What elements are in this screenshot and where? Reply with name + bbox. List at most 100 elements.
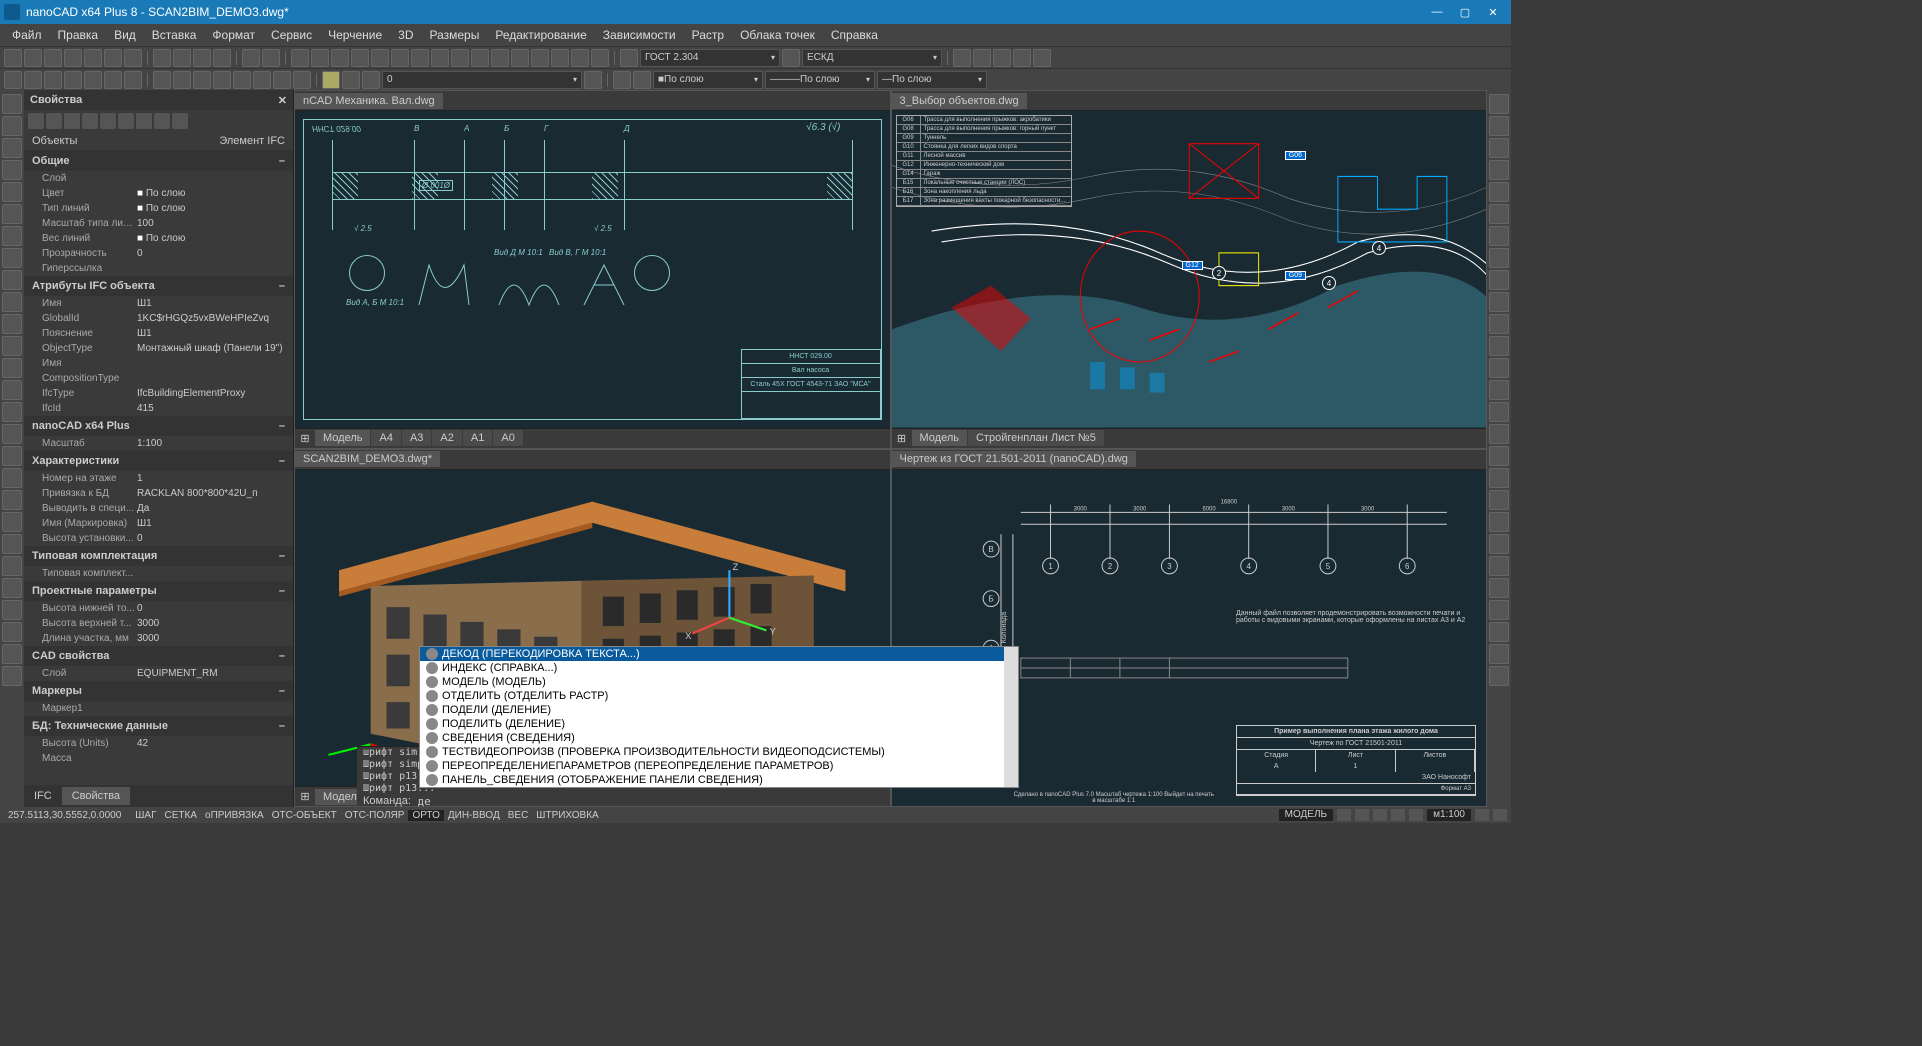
- flag2-icon[interactable]: [782, 49, 800, 67]
- ellipse-icon[interactable]: [2, 204, 22, 224]
- status-clean-icon[interactable]: [1475, 809, 1489, 821]
- autocomplete-item[interactable]: ТЕСТВИДЕОПРОИЗВ (ПРОВЕРКА ПРОИЗВОДИТЕЛЬН…: [420, 745, 1018, 759]
- autocomplete-item[interactable]: ДЕКОД (ПЕРЕКОДИРОВКА ТЕКСТА...): [420, 647, 1018, 661]
- tab-nav-icon[interactable]: ⊞: [295, 432, 315, 445]
- property-row[interactable]: Высота верхней т...3000: [24, 616, 293, 631]
- tb2k-icon[interactable]: [213, 71, 231, 89]
- break-icon[interactable]: [511, 49, 529, 67]
- property-row[interactable]: СлойEQUIPMENT_RM: [24, 666, 293, 681]
- extra1-icon[interactable]: [953, 49, 971, 67]
- status-toggle-вес[interactable]: ВЕС: [504, 810, 533, 821]
- menu-pointclouds[interactable]: Облака точек: [732, 26, 823, 44]
- status-scan-icon[interactable]: [1409, 809, 1423, 821]
- status-ucs-icon[interactable]: [1373, 809, 1387, 821]
- wipeout-icon[interactable]: [2, 446, 22, 466]
- tb2i-icon[interactable]: [173, 71, 191, 89]
- status-toggle-отс-поляр[interactable]: ОТС-ПОЛЯР: [341, 810, 409, 821]
- extra5-icon[interactable]: [1033, 49, 1051, 67]
- property-row[interactable]: Масштаб1:100: [24, 436, 293, 451]
- lineweight-icon[interactable]: [613, 71, 631, 89]
- dimstyle-combo[interactable]: ЕСКД▾: [802, 49, 942, 67]
- layer-combo[interactable]: 0▾: [382, 71, 582, 89]
- menu-file[interactable]: Файл: [4, 26, 50, 44]
- property-row[interactable]: Тип линийПо слою: [24, 201, 293, 216]
- property-group-header[interactable]: Типовая комплектация–: [24, 546, 293, 566]
- layer-lock-icon[interactable]: [362, 71, 380, 89]
- pt-folder-icon[interactable]: [136, 113, 152, 129]
- status-toggle-шаг[interactable]: ШАГ: [131, 810, 160, 821]
- mtext-icon[interactable]: [2, 358, 22, 378]
- layout-tab-plan[interactable]: Стройгенплан Лист №5: [968, 430, 1104, 446]
- pt-pin-icon[interactable]: [118, 113, 134, 129]
- property-row[interactable]: IfcTypeIfcBuildingElementProxy: [24, 386, 293, 401]
- status-dyn-icon[interactable]: [1391, 809, 1405, 821]
- view-extent-icon[interactable]: [1489, 666, 1509, 686]
- copyobj-icon[interactable]: [311, 49, 329, 67]
- property-row[interactable]: Номер на этаже1: [24, 471, 293, 486]
- extra3-icon[interactable]: [993, 49, 1011, 67]
- solid-icon[interactable]: [2, 622, 22, 642]
- drawing-canvas-mechanics[interactable]: ННСТ 029.00 В A Б Г Д √6.3 (√): [295, 111, 890, 428]
- layout-tab-a0[interactable]: A0: [493, 430, 522, 446]
- property-row[interactable]: Гиперссылка: [24, 261, 293, 276]
- drawing-canvas-map[interactable]: G06 G12 G09 2 4 4 G06Трасса для выполнен…: [892, 111, 1487, 428]
- dim-linear-icon[interactable]: [1489, 94, 1509, 114]
- open-icon[interactable]: [24, 49, 42, 67]
- property-row[interactable]: ИмяШ1: [24, 296, 293, 311]
- tb2d-icon[interactable]: [64, 71, 82, 89]
- snap-quad-icon[interactable]: [1489, 380, 1509, 400]
- mirror-icon[interactable]: [331, 49, 349, 67]
- layout-tab-a4[interactable]: A4: [371, 430, 400, 446]
- property-row[interactable]: Слой: [24, 171, 293, 186]
- preview-icon[interactable]: [104, 49, 122, 67]
- snap-int-icon[interactable]: [1489, 402, 1509, 422]
- dim-center-icon[interactable]: [1489, 226, 1509, 246]
- tb2m-icon[interactable]: [253, 71, 271, 89]
- status-toggle-отс-объект[interactable]: ОТС-ОБЪЕКТ: [268, 810, 341, 821]
- property-row[interactable]: Масштаб типа линий100: [24, 216, 293, 231]
- status-toggle-орто[interactable]: ОРТО: [408, 810, 443, 821]
- tb2j-icon[interactable]: [193, 71, 211, 89]
- property-row[interactable]: CompositionType: [24, 371, 293, 386]
- view-pan-icon[interactable]: [1489, 600, 1509, 620]
- stretch-icon[interactable]: [451, 49, 469, 67]
- property-group-header[interactable]: Атрибуты IFC объекта–: [24, 276, 293, 296]
- redo-icon[interactable]: [262, 49, 280, 67]
- property-group-header[interactable]: Проектные параметры–: [24, 581, 293, 601]
- autocomplete-item[interactable]: МОДЕЛЬ (МОДЕЛЬ): [420, 675, 1018, 689]
- undo-icon[interactable]: [242, 49, 260, 67]
- snap-perp-icon[interactable]: [1489, 468, 1509, 488]
- scale-icon[interactable]: [431, 49, 449, 67]
- snap-endpoint-icon[interactable]: [1489, 292, 1509, 312]
- table-icon[interactable]: [2, 380, 22, 400]
- dim-aligned-icon[interactable]: [1489, 116, 1509, 136]
- maximize-button[interactable]: ▢: [1451, 2, 1479, 22]
- layer-sun-icon[interactable]: [342, 71, 360, 89]
- property-row[interactable]: ЦветПо слою: [24, 186, 293, 201]
- status-lock-icon[interactable]: [1337, 809, 1351, 821]
- autocomplete-item[interactable]: ПОДЕЛИТЬ (ДЕЛЕНИЕ): [420, 717, 1018, 731]
- tb2o-icon[interactable]: [293, 71, 311, 89]
- match-icon[interactable]: [213, 49, 231, 67]
- property-row[interactable]: Маркер1: [24, 701, 293, 716]
- copy-icon[interactable]: [173, 49, 191, 67]
- insert-icon[interactable]: [2, 424, 22, 444]
- fillet-icon[interactable]: [571, 49, 589, 67]
- hatch-icon[interactable]: [2, 248, 22, 268]
- erase-icon[interactable]: [291, 49, 309, 67]
- autocomplete-item[interactable]: ПЕРЕОПРЕДЕЛЕНИЕПАРАМЕТРОВ (ПЕРЕОПРЕДЕЛЕН…: [420, 759, 1018, 773]
- doc-tab-gost[interactable]: Чертеж из ГОСТ 21.501-2011 (nanoCAD).dwg: [892, 451, 1136, 467]
- view-zoom-icon[interactable]: [1489, 622, 1509, 642]
- property-row[interactable]: ПояснениеШ1: [24, 326, 293, 341]
- status-coords[interactable]: 257.5113,30.5552,0.0000: [4, 810, 125, 821]
- property-row[interactable]: Высота (Units)42: [24, 736, 293, 751]
- property-row[interactable]: Имя: [24, 356, 293, 371]
- menu-help[interactable]: Справка: [823, 26, 886, 44]
- tb2a-icon[interactable]: [4, 71, 22, 89]
- snap-app-icon[interactable]: [1489, 534, 1509, 554]
- tb2n-icon[interactable]: [273, 71, 291, 89]
- tb2c-icon[interactable]: [44, 71, 62, 89]
- tb2e-icon[interactable]: [84, 71, 102, 89]
- snap-par-icon[interactable]: [1489, 556, 1509, 576]
- extra4-icon[interactable]: [1013, 49, 1031, 67]
